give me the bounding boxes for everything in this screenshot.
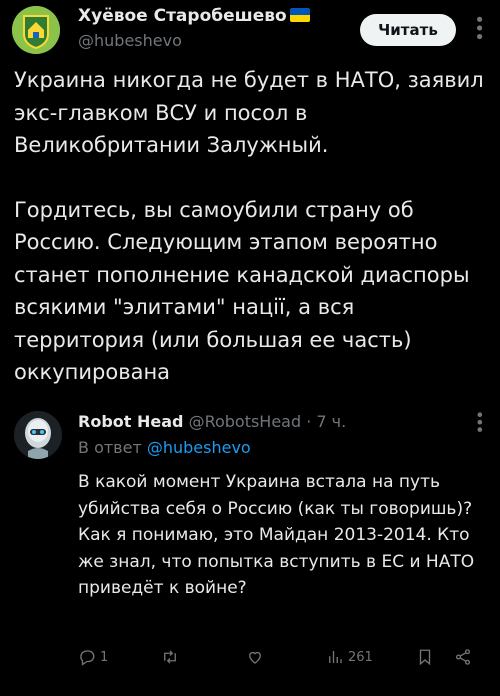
more-icon[interactable]: ••• [468, 14, 489, 40]
reply-author-handle[interactable]: @RobotsHead [189, 412, 302, 431]
reply-body: В какой момент Украина встала на путь уб… [78, 469, 488, 602]
more-icon[interactable]: ••• [470, 410, 489, 432]
follow-button[interactable]: Читать [360, 14, 456, 46]
bookmark-icon [419, 649, 431, 666]
tweet-header: Хуёвое Старобешево @hubeshevo Читать ••• [0, 0, 500, 62]
retweet-icon [164, 650, 176, 664]
bookmark-button[interactable] [416, 642, 434, 672]
reply-line: В какой момент Украина встала на путь уб… [78, 472, 473, 519]
retweet-button[interactable] [160, 642, 184, 672]
views-icon [329, 651, 342, 663]
tweet-paragraph: Украина никогда не будет в НАТО, заявил … [14, 68, 484, 157]
tweet-body: Украина никогда не будет в НАТО, заявил … [14, 64, 484, 389]
author-avatar[interactable] [12, 6, 60, 54]
author-name[interactable]: Хуёвое Старобешево [78, 6, 287, 26]
views-button[interactable]: 261 [326, 642, 373, 672]
replying-to-prefix: В ответ [78, 438, 142, 457]
reply-time[interactable]: · 7 ч. [306, 412, 346, 431]
reply-action-bar: 1 261 [78, 642, 488, 672]
reply-author-name[interactable]: Robot Head [78, 412, 183, 431]
reply-count: 1 [100, 649, 109, 665]
reply-author-row[interactable]: Robot Head @RobotsHead · 7 ч. [78, 412, 346, 431]
views-count: 261 [348, 649, 373, 665]
replying-to-handle[interactable]: @hubeshevo [147, 438, 251, 457]
like-button[interactable] [246, 642, 268, 672]
share-button[interactable] [454, 642, 472, 672]
ukraine-flag-icon [289, 8, 310, 22]
reply-button[interactable]: 1 [78, 642, 108, 672]
author-name-row[interactable]: Хуёвое Старобешево [78, 6, 310, 26]
author-handle[interactable]: @hubeshevo [78, 31, 182, 50]
share-icon [455, 649, 471, 665]
tweet-paragraph: Гордитесь, вы самоубили страну об Россию… [14, 197, 470, 385]
reply-icon [80, 650, 95, 666]
like-icon [249, 651, 261, 664]
reply-author-avatar[interactable] [14, 411, 62, 459]
reply-line: Как я понимаю, это Майдан 2013-2014. Кто… [78, 525, 475, 598]
replying-to: В ответ @hubeshevo [78, 438, 251, 457]
